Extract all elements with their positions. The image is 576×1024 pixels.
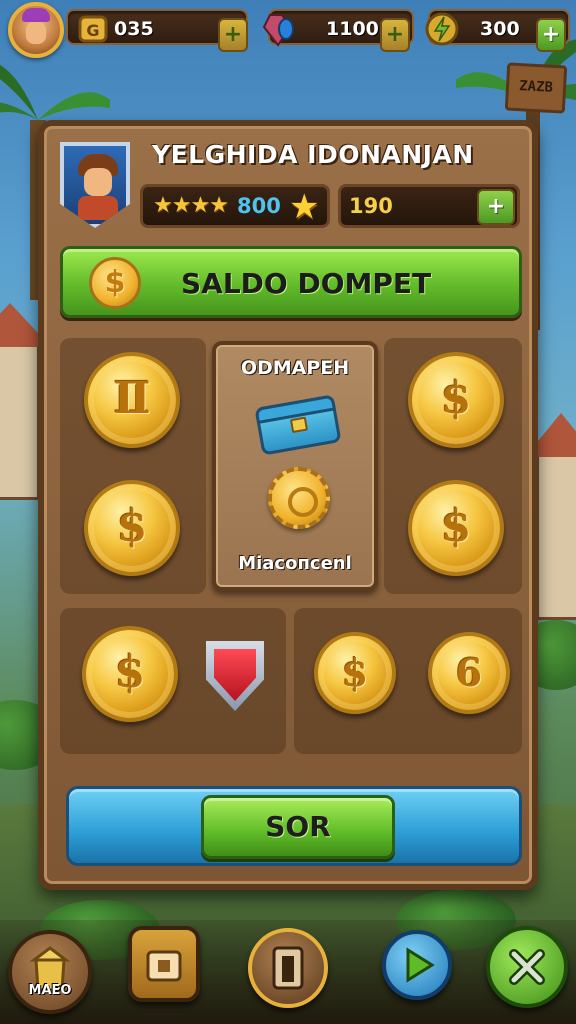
nav-door-button[interactable] (248, 928, 328, 1008)
coin-item[interactable]: $ (314, 632, 396, 714)
coin-item[interactable]: Ⅱ (84, 352, 180, 448)
sor-button[interactable]: SOR (201, 795, 395, 859)
house-right (525, 413, 576, 620)
energy-value: 300 (480, 18, 520, 40)
wooden-sign: ZAZB (504, 62, 568, 114)
shop-card-title: ODMAPEH (240, 357, 350, 379)
player-name: YELGHIDA IDONANJAN (152, 140, 474, 169)
add-energy-button[interactable]: + (536, 18, 566, 52)
top-resource-bar: G 035 + 1100 + 300 + (0, 0, 576, 58)
shop-card-subtitle: Miacoпcenl (238, 553, 352, 574)
bottom-navigation: MAEO (0, 920, 576, 1024)
action-bar: SOR (66, 786, 522, 866)
coin-icon: $ (89, 257, 141, 309)
energy-icon (425, 12, 459, 46)
svg-text:G: G (86, 21, 99, 40)
rating-display: ★★★★ 800 ★ (140, 184, 330, 228)
coin-item[interactable]: $ (84, 480, 180, 576)
nav-home-label: MAEO (28, 983, 72, 998)
wallet-panel: YELGHIDA IDONANJAN ★★★★ 800 ★ 190 + $ SA… (38, 120, 538, 890)
nav-close-button[interactable] (486, 926, 568, 1008)
play-icon (406, 947, 435, 983)
wallet-balance-label: SALDO DOMPET (181, 267, 432, 300)
coins-counter: G 035 + (66, 9, 248, 52)
sign-text: ZAZB (518, 78, 554, 96)
coin-item[interactable]: $ (82, 626, 178, 722)
nav-play-button[interactable] (382, 930, 452, 1000)
coin-item[interactable]: $ (408, 480, 504, 576)
house-left (0, 303, 51, 500)
gems-value: 1100 (326, 18, 379, 40)
add-coins-button[interactable]: + (218, 18, 248, 52)
coins-value: 035 (114, 18, 154, 40)
rating-value: 800 (237, 194, 281, 218)
home-icon (29, 946, 71, 992)
star-icon: ★ (289, 187, 320, 227)
wallet-balance-bar[interactable]: $ SALDO DOMPET (60, 246, 522, 318)
door-icon (272, 946, 304, 990)
secondary-value: 190 (349, 194, 393, 218)
secondary-stat: 190 + (338, 184, 520, 228)
coin-item[interactable]: 6 (428, 632, 510, 714)
gem-icon (262, 14, 294, 47)
coin-item[interactable]: $ (408, 352, 504, 448)
chest-icon (254, 394, 342, 456)
nav-home-button[interactable]: MAEO (8, 930, 92, 1014)
rating-stars: ★★★★ (153, 193, 229, 218)
hero-portrait (60, 142, 130, 228)
player-avatar[interactable] (8, 2, 64, 58)
gear-icon (268, 467, 330, 529)
energy-counter: 300 + (425, 9, 570, 52)
close-icon (509, 949, 545, 985)
add-gems-button[interactable]: + (380, 18, 410, 52)
nav-shop-button[interactable] (128, 926, 200, 1002)
shop-icon (146, 950, 182, 982)
add-secondary-button[interactable]: + (477, 189, 515, 225)
shop-card[interactable]: ODMAPEH Miacoпcenl (212, 341, 378, 591)
coin-icon: G (78, 15, 108, 43)
gems-counter: 1100 + (262, 9, 414, 52)
